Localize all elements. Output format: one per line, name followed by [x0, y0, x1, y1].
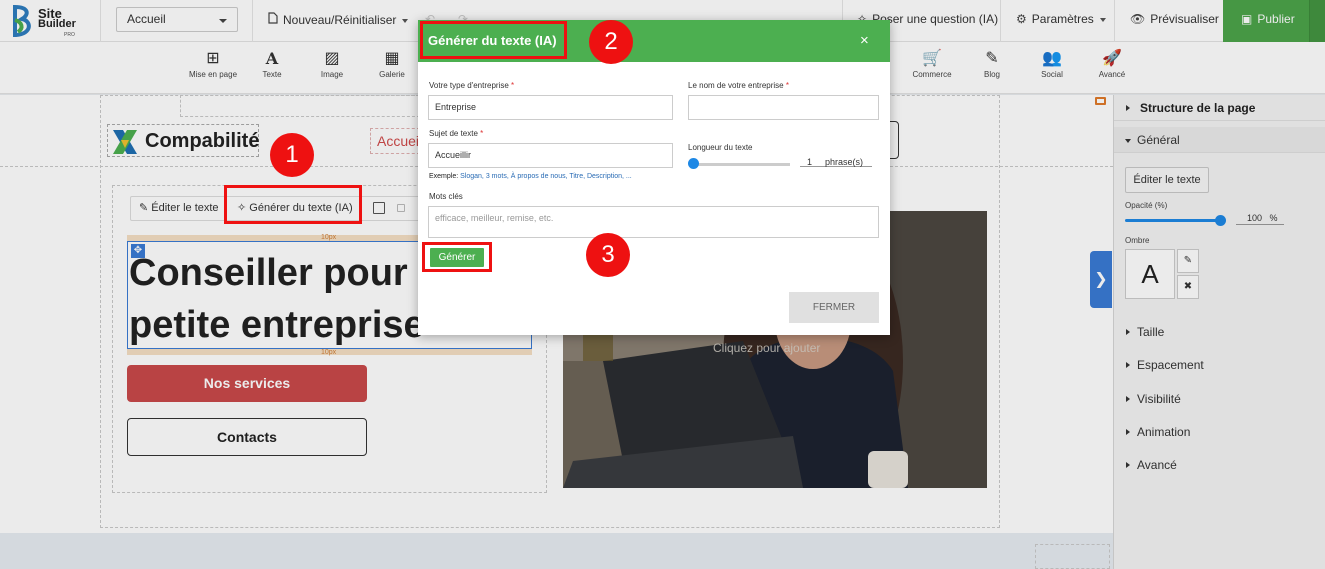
length-input[interactable]: 1 phrase(s): [800, 156, 872, 167]
step-marker-2: 2: [589, 20, 633, 64]
required-mark: *: [511, 81, 515, 90]
keywords-label: Mots clés: [429, 192, 463, 201]
subject-label: Sujet de texte *: [429, 129, 483, 138]
keywords-input[interactable]: efficace, meilleur, remise, etc.: [428, 206, 879, 238]
subject-label-text: Sujet de texte: [429, 129, 478, 138]
step-marker-1: 1: [270, 133, 314, 177]
close-dialog-button[interactable]: FERMER: [789, 292, 879, 323]
business-name-input[interactable]: [688, 95, 879, 120]
business-type-input[interactable]: Entreprise: [428, 95, 673, 120]
generate-text-dialog: Générer du texte (IA) × Votre type d'ent…: [418, 20, 890, 335]
required-mark: *: [785, 81, 789, 90]
required-mark: *: [480, 129, 484, 138]
length-unit: phrase(s): [825, 157, 864, 167]
length-label: Longueur du texte: [688, 143, 753, 152]
business-type-label: Votre type d'entreprise *: [429, 81, 514, 90]
business-name-label-text: Le nom de votre entreprise: [688, 81, 784, 90]
length-slider-track[interactable]: [692, 163, 790, 166]
close-icon[interactable]: ×: [860, 32, 869, 49]
length-value: 1: [807, 157, 813, 167]
length-slider-thumb[interactable]: [688, 158, 699, 169]
example-links[interactable]: Slogan, 3 mots, À propos de nous, Titre,…: [460, 173, 632, 180]
step-marker-3: 3: [586, 233, 630, 277]
highlight-dialog-title: [420, 21, 567, 59]
business-name-label: Le nom de votre entreprise *: [688, 81, 789, 90]
subject-input[interactable]: Accueillir: [428, 143, 673, 168]
highlight-generate-ai: [224, 185, 362, 224]
example-prefix: Exemple:: [429, 173, 459, 180]
business-type-label-text: Votre type d'entreprise: [429, 81, 509, 90]
subject-examples: Exemple: Slogan, 3 mots, À propos de nou…: [429, 173, 632, 180]
highlight-generate-button: [422, 242, 492, 272]
